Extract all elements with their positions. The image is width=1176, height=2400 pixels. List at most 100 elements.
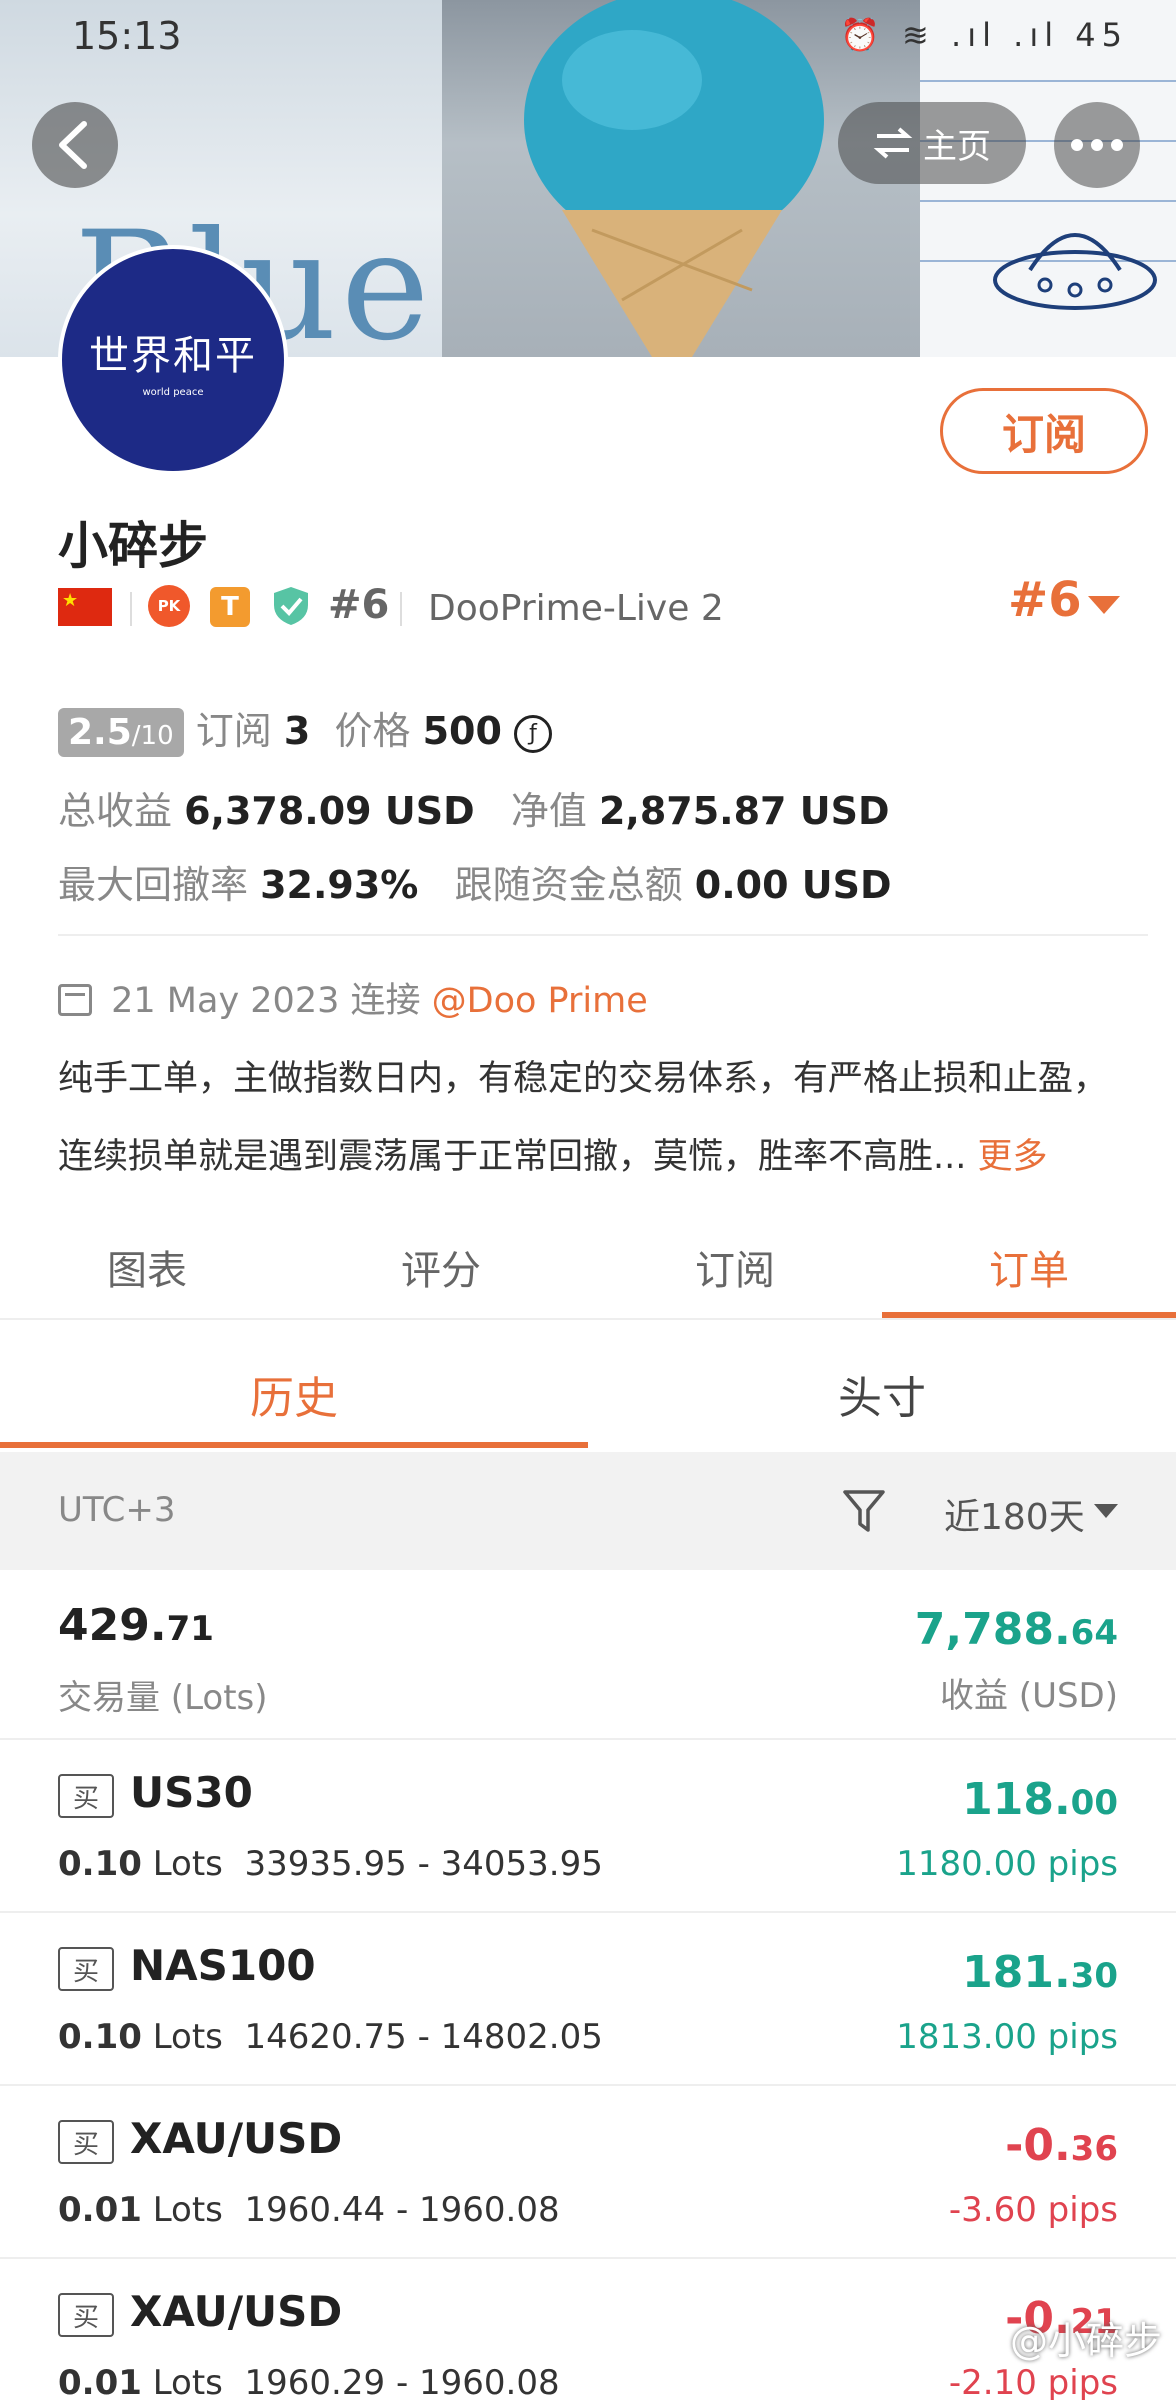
order-row[interactable]: 买 XAU/USD 0.01 Lots 1960.44 - 1960.08 -0… [0,2086,1176,2259]
filter-icon[interactable] [842,1488,886,1534]
more-link[interactable]: 更多 [978,1137,1048,1177]
bio-text: 连续损单就是遇到震荡属于正常回撤，莫慌，胜率不高胜... [58,1137,967,1177]
price-range: 1960.29 - 1960.08 [244,2363,560,2400]
calendar-icon [58,984,92,1016]
total-profit-value: 6,378.09 USD [184,789,475,833]
lots-unit: Lots [152,2017,223,2057]
order-row[interactable]: 买 US30 0.10 Lots 33935.95 - 34053.95 118… [0,1740,1176,1913]
order-pnl: -0.36 [1005,2120,1118,2171]
watermark: @小碎步 [1009,2319,1162,2363]
avatar[interactable]: 世界和平 world peace [58,245,288,475]
pk-badge-icon: PK [148,585,190,627]
order-lots: 0.01 Lots 1960.44 - 1960.08 [58,2190,560,2230]
status-time: 15:13 [72,14,182,58]
pnl-dec: 00 [1070,1783,1118,1823]
max-drawdown-label: 最大回撤率 [58,863,249,907]
coin-icon: ƒ [513,714,552,753]
home-button[interactable]: 主页 [838,102,1026,184]
divider [58,934,1148,936]
subtab-history[interactable]: 历史 [0,1362,588,1426]
volume-dec: 71 [166,1609,214,1649]
order-symbol: NAS100 [130,1941,316,1990]
buy-badge: 买 [58,1774,114,1818]
lots-value: 0.10 [58,2017,142,2057]
lots-value: 0.10 [58,1844,142,1884]
tab-chart[interactable]: 图表 [0,1238,294,1296]
volume-value: 429.71 [58,1600,214,1651]
net-value-label: 净值 [510,789,587,833]
order-row[interactable]: 买 XAU/USD 0.01 Lots 1960.29 - 1960.08 -0… [0,2259,1176,2400]
profit-dec: 64 [1070,1613,1118,1653]
stats-row-3: 最大回撤率 32.93% 跟随资金总额 0.00 USD [58,854,892,909]
tab-rating[interactable]: 评分 [294,1238,588,1296]
pnl-int: 118. [962,1774,1071,1825]
timezone-label: UTC+3 [58,1490,176,1530]
caret-down-icon[interactable] [1094,1504,1118,1518]
bio-line-2: 连续损单就是遇到震荡属于正常回撤，莫慌，胜率不高胜... 更多 [58,1128,1048,1179]
subtab-positions[interactable]: 头寸 [588,1362,1176,1426]
order-lots: 0.10 Lots 33935.95 - 34053.95 [58,1844,603,1884]
active-subtab-indicator [0,1442,588,1448]
more-dot-icon [1111,139,1123,151]
more-dot-icon [1071,139,1083,151]
rank-inline: #6 [328,582,390,628]
stats-row-2: 总收益 6,378.09 USD 净值 2,875.87 USD [58,780,890,835]
range-selector[interactable]: 近180天 [944,1488,1085,1540]
bio-line-1: 纯手工单，主做指数日内，有稳定的交易体系，有严格止损和止盈， [58,1059,1109,1099]
rank-selector[interactable]: #6 [1008,572,1082,628]
tab-subscribe[interactable]: 订阅 [588,1238,882,1296]
follow-total-value: 0.00 USD [694,863,892,907]
price-value: 500 [422,709,502,753]
joined-info: 21 May 2023 连接 @Doo Prime [58,972,648,1023]
max-drawdown-value: 32.93% [260,863,419,907]
chevron-left-icon [59,121,87,169]
order-pips: -3.60 pips [948,2190,1118,2230]
pnl-dec: 36 [1070,2129,1118,2169]
t-badge-icon: T [210,587,250,627]
order-symbol: US30 [130,1768,253,1817]
divider [400,592,402,626]
volume-label: 交易量 (Lots) [58,1678,268,1718]
swap-icon [873,127,913,159]
order-lots: 0.01 Lots 1960.29 - 1960.08 [58,2363,560,2400]
order-pips: 1813.00 pips [896,2017,1118,2057]
score-badge: 2.5/10 [58,708,184,757]
profit-value: 7,788.64 [915,1604,1118,1655]
china-flag-icon: ★ [58,588,112,626]
divider [0,1318,1176,1320]
status-icons: ⏰ ≋ .ıl .ıl 45 [840,16,1128,54]
lots-value: 0.01 [58,2190,142,2230]
pnl-dec: 30 [1070,1956,1118,1996]
pnl-int: 181. [962,1947,1071,1998]
caret-down-icon[interactable] [1088,596,1120,614]
score-max: /10 [131,721,174,751]
score-value: 2.5 [68,712,132,753]
lots-value: 0.01 [58,2363,142,2400]
subscribe-count: 3 [283,709,311,753]
tab-orders[interactable]: 订单 [882,1238,1176,1296]
more-dot-icon [1091,139,1103,151]
follow-total-label: 跟随资金总额 [454,863,683,907]
buy-badge: 买 [58,1947,114,1991]
divider [130,592,132,626]
broker-link[interactable]: @Doo Prime [432,981,648,1021]
price-range: 33935.95 - 34053.95 [244,1844,603,1884]
back-button[interactable] [32,102,118,188]
subscribe-count-label: 订阅 [195,709,272,753]
joined-date: 21 May 2023 连接 [111,981,421,1021]
buy-badge: 买 [58,2120,114,2164]
order-row[interactable]: 买 NAS100 0.10 Lots 14620.75 - 14802.05 1… [0,1913,1176,2086]
lots-unit: Lots [152,1844,223,1884]
order-pnl: 181.30 [962,1947,1118,1998]
broker-name: DooPrime-Live 2 [428,588,724,629]
order-pips: 1180.00 pips [896,1844,1118,1884]
verified-shield-icon [274,587,308,625]
price-label: 价格 [334,709,411,753]
profit-label: 收益 (USD) [940,1676,1118,1716]
more-options-button[interactable] [1054,102,1140,188]
avatar-text: 世界和平 [89,332,257,379]
avatar-subtext: world peace [142,386,204,398]
total-profit-label: 总收益 [58,789,173,833]
subscribe-button[interactable]: 订阅 [940,388,1148,474]
order-symbol: XAU/USD [130,2114,343,2163]
